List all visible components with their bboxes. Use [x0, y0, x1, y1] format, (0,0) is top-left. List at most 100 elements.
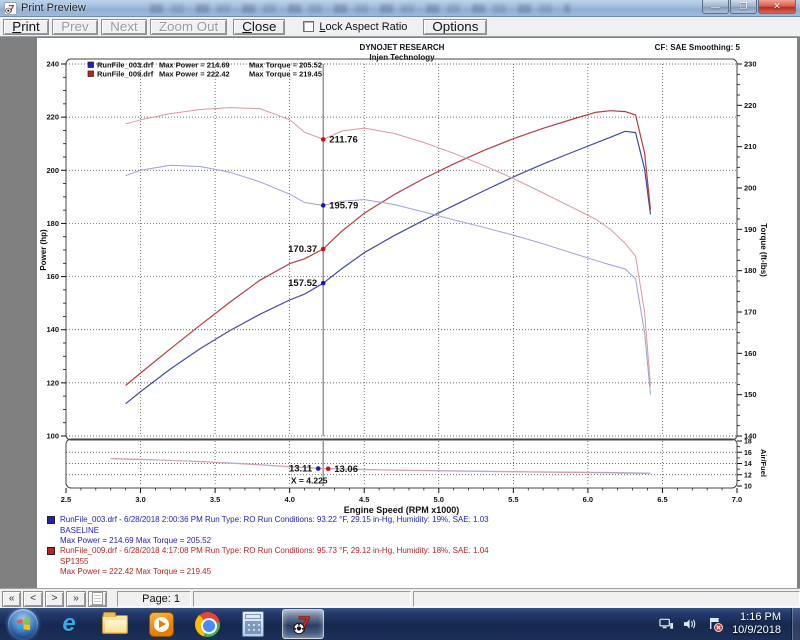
svg-text:RunFile_009.drf: RunFile_009.drf — [97, 70, 154, 79]
start-button[interactable] — [8, 609, 38, 639]
svg-text:230: 230 — [744, 60, 757, 69]
volume-icon[interactable] — [683, 617, 698, 631]
run-info-line2: BASELINE — [60, 526, 489, 537]
taskbar: e 7 — [0, 608, 800, 640]
svg-text:13.11: 13.11 — [289, 464, 313, 475]
clock-date: 10/9/2018 — [732, 624, 781, 637]
status-panel — [413, 591, 800, 607]
network-icon[interactable] — [659, 617, 674, 631]
svg-text:211.76: 211.76 — [329, 134, 358, 145]
svg-text:Max Power = 214.69: Max Power = 214.69 — [159, 61, 230, 70]
run-info-line3: Max Power = 222.42 Max Torque = 219.45 — [60, 567, 489, 578]
svg-text:Max Torque = 205.52: Max Torque = 205.52 — [249, 61, 322, 70]
svg-text:6.5: 6.5 — [657, 495, 667, 504]
run-info-line3: Max Power = 214.69 Max Torque = 205.52 — [60, 536, 489, 547]
chrome-icon[interactable] — [192, 609, 222, 639]
page-number-panel: Page: 1 — [117, 591, 191, 607]
run-info-sp1355: RunFile_009.drf - 6/28/2018 4:17:08 PM R… — [47, 546, 489, 578]
close-window-button[interactable]: ✕ — [758, 0, 796, 14]
svg-text:100: 100 — [46, 432, 59, 441]
curve-power-003 — [126, 131, 651, 404]
curve-torque-003 — [126, 165, 651, 395]
first-page-button[interactable]: « — [2, 591, 21, 607]
winpep7-icon: 7 — [291, 612, 315, 636]
page-setup-button[interactable] — [88, 591, 107, 607]
curve-af-009 — [111, 458, 651, 473]
winpep-app-icon: 7 — [4, 2, 17, 15]
svg-text:Engine Speed (RPM x1000): Engine Speed (RPM x1000) — [344, 505, 460, 515]
run-info-line1: RunFile_003.drf - 6/28/2018 2:00:36 PM R… — [60, 515, 489, 526]
svg-text:18: 18 — [744, 439, 752, 446]
cursor-marker — [326, 466, 331, 471]
svg-text:180: 180 — [46, 219, 59, 228]
cursor-marker — [321, 247, 326, 252]
svg-text:7.0: 7.0 — [732, 495, 742, 504]
svg-text:195.79: 195.79 — [329, 200, 358, 211]
lock-aspect-ratio-label: Lock Aspect Ratio — [319, 21, 407, 33]
maximize-button[interactable]: ❐ — [730, 0, 757, 14]
print-button[interactable]: Print — [3, 19, 49, 35]
show-desktop-button[interactable] — [791, 608, 800, 640]
document-icon — [92, 592, 103, 605]
svg-text:240: 240 — [46, 60, 59, 69]
internet-explorer-icon[interactable]: e — [54, 609, 84, 639]
print-preview-window: 7 Print Preview — ❐ ✕ Print Prev Next Zo… — [0, 0, 800, 640]
system-tray: 1:16 PM 10/9/2018 — [659, 608, 800, 640]
svg-text:6.0: 6.0 — [583, 495, 593, 504]
svg-text:10: 10 — [744, 484, 752, 491]
close-preview-button[interactable]: Close — [233, 19, 285, 35]
svg-text:120: 120 — [46, 378, 59, 387]
last-page-button[interactable]: » — [66, 591, 85, 607]
svg-text:16: 16 — [744, 450, 752, 457]
minimize-button[interactable]: — — [702, 0, 729, 14]
svg-text:2.5: 2.5 — [61, 495, 71, 504]
taskbar-clock[interactable]: 1:16 PM 10/9/2018 — [732, 611, 781, 637]
zoom-out-button: Zoom Out — [150, 19, 227, 35]
svg-text:170.37: 170.37 — [288, 244, 317, 255]
lock-aspect-ratio-checkbox[interactable] — [303, 21, 314, 32]
windows-explorer-icon[interactable] — [100, 609, 130, 639]
next-page-nav-button[interactable]: > — [45, 591, 64, 607]
svg-text:157.52: 157.52 — [288, 278, 317, 289]
cursor-marker — [321, 203, 326, 208]
svg-text:180: 180 — [744, 266, 757, 275]
svg-text:160: 160 — [46, 272, 59, 281]
window-title: Print Preview — [21, 2, 86, 14]
titlebar-ghost-text — [150, 4, 570, 13]
calculator-icon[interactable] — [238, 609, 268, 639]
folder-icon — [102, 615, 128, 634]
svg-text:Air/Fuel: Air/Fuel — [759, 449, 768, 477]
svg-text:200: 200 — [744, 184, 757, 193]
svg-text:12: 12 — [744, 472, 752, 479]
svg-text:5.5: 5.5 — [508, 495, 518, 504]
preview-area: DYNOJET RESEARCH Injen Technology CF: SA… — [0, 38, 800, 588]
print-preview-toolbar: Print Prev Next Zoom Out Close Lock Aspe… — [0, 17, 800, 37]
media-player-icon[interactable] — [146, 609, 176, 639]
svg-text:220: 220 — [46, 113, 59, 122]
cursor-marker — [321, 281, 326, 286]
svg-text:13.06: 13.06 — [334, 464, 358, 475]
svg-text:170: 170 — [744, 308, 757, 317]
svg-text:4.5: 4.5 — [359, 495, 369, 504]
options-button[interactable]: Options — [423, 19, 487, 35]
clock-time: 1:16 PM — [732, 611, 781, 624]
svg-text:3.5: 3.5 — [210, 495, 220, 504]
window-titlebar: 7 Print Preview — ❐ ✕ — [0, 0, 800, 17]
curve-af-003 — [111, 459, 651, 473]
cursor-marker — [316, 466, 321, 471]
previous-page-button[interactable]: < — [23, 591, 42, 607]
curve-torque-009 — [126, 108, 651, 387]
run-color-swatch — [47, 516, 55, 524]
run-info-line2: SP1355 — [60, 557, 489, 568]
svg-text:190: 190 — [744, 225, 757, 234]
run-info-baseline: RunFile_003.drf - 6/28/2018 2:00:36 PM R… — [47, 515, 489, 547]
svg-text:160: 160 — [744, 349, 757, 358]
taskbar-winpep7-active-app[interactable]: 7 — [282, 609, 324, 639]
svg-text:220: 220 — [744, 101, 757, 110]
svg-text:3.0: 3.0 — [135, 495, 145, 504]
action-center-flag-icon[interactable] — [707, 617, 723, 632]
svg-text:Power (hp): Power (hp) — [39, 229, 48, 271]
status-panel — [193, 591, 411, 607]
svg-text:X = 4.225: X = 4.225 — [291, 475, 328, 485]
windows-flag-icon — [16, 617, 31, 631]
